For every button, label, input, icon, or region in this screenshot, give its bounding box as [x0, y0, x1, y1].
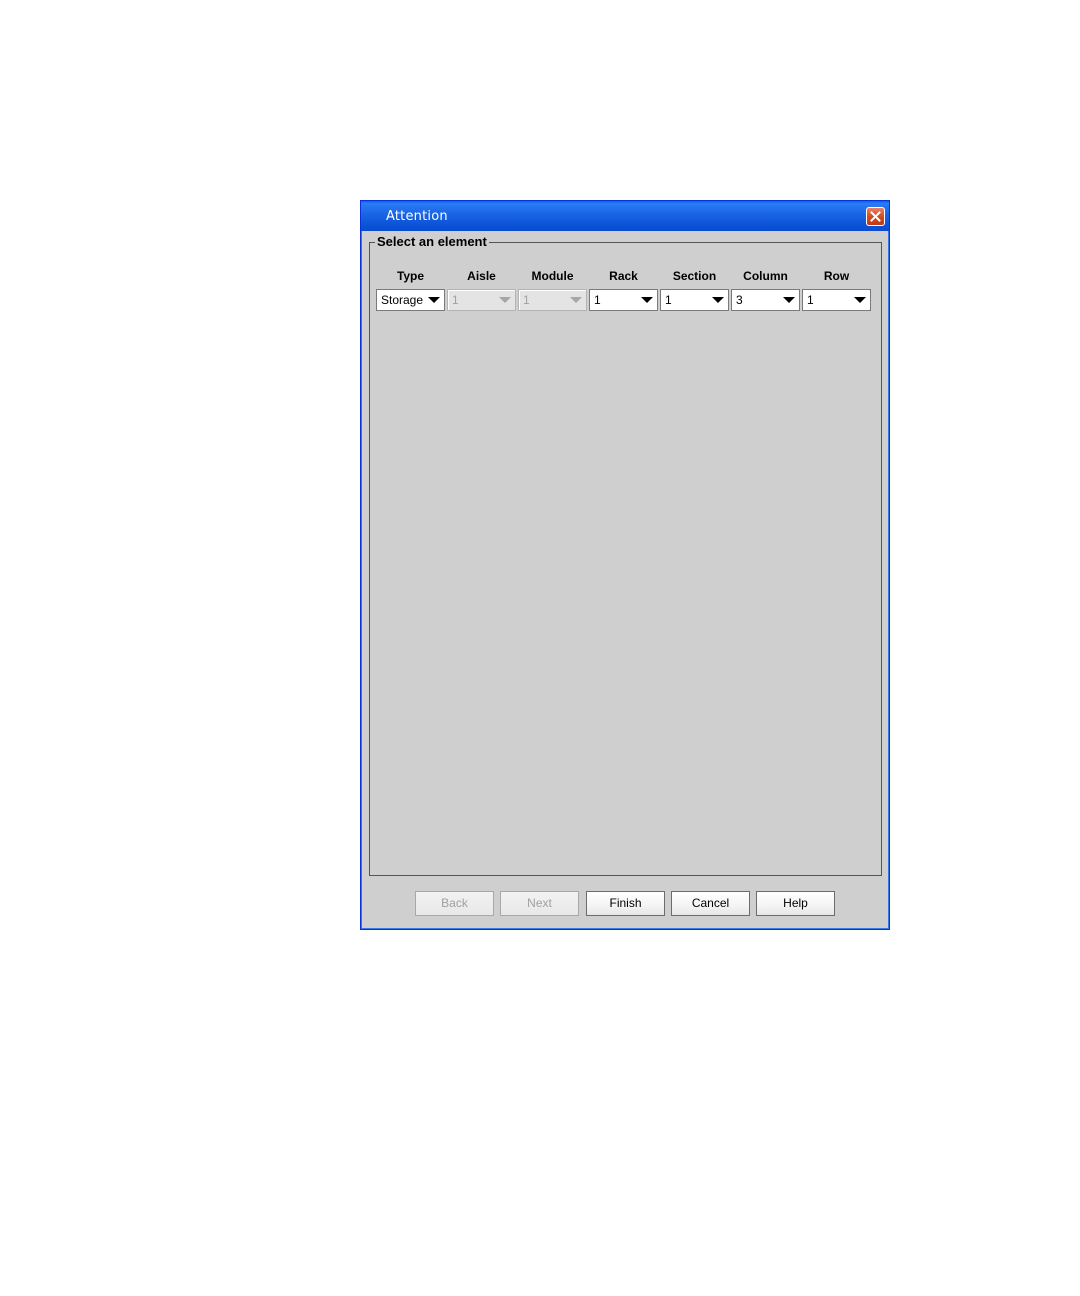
row-select[interactable]: 1 — [802, 289, 871, 311]
aisle-select: 1 — [447, 289, 516, 311]
back-button: Back — [415, 891, 494, 916]
column-select-value: 3 — [736, 293, 743, 307]
chevron-down-icon — [428, 297, 440, 303]
select-element-group: Select an element Type Aisle Module Rack… — [369, 234, 882, 876]
chevron-down-icon — [783, 297, 795, 303]
rack-select-value: 1 — [594, 293, 601, 307]
header-type: Type — [396, 269, 425, 283]
chevron-down-icon — [570, 297, 582, 303]
chevron-down-icon — [712, 297, 724, 303]
header-row: Row — [823, 269, 850, 283]
module-select-value: 1 — [523, 293, 530, 307]
module-select: 1 — [518, 289, 587, 311]
column-select[interactable]: 3 — [731, 289, 800, 311]
row-select-value: 1 — [807, 293, 814, 307]
title-bar[interactable]: Attention — [361, 201, 889, 231]
next-button: Next — [500, 891, 579, 916]
header-rack: Rack — [609, 269, 638, 283]
header-section: Section — [672, 269, 717, 283]
chevron-down-icon — [641, 297, 653, 303]
close-button[interactable] — [866, 207, 885, 226]
section-select-value: 1 — [665, 293, 672, 307]
dialog-title: Attention — [386, 209, 448, 224]
header-aisle: Aisle — [467, 269, 496, 283]
type-select-value: Storage — [381, 293, 424, 307]
aisle-select-value: 1 — [452, 293, 459, 307]
help-button[interactable]: Help — [756, 891, 835, 916]
cancel-button[interactable]: Cancel — [671, 891, 750, 916]
attention-dialog: Attention Select an element Type Aisle M… — [360, 200, 890, 930]
chevron-down-icon — [854, 297, 866, 303]
header-module: Module — [531, 269, 574, 283]
close-x-icon — [870, 211, 881, 222]
rack-select[interactable]: 1 — [589, 289, 658, 311]
chevron-down-icon — [499, 297, 511, 303]
section-select[interactable]: 1 — [660, 289, 729, 311]
finish-button[interactable]: Finish — [586, 891, 665, 916]
group-legend: Select an element — [375, 234, 489, 250]
header-column: Column — [743, 269, 788, 283]
type-select[interactable]: Storage — [376, 289, 445, 311]
